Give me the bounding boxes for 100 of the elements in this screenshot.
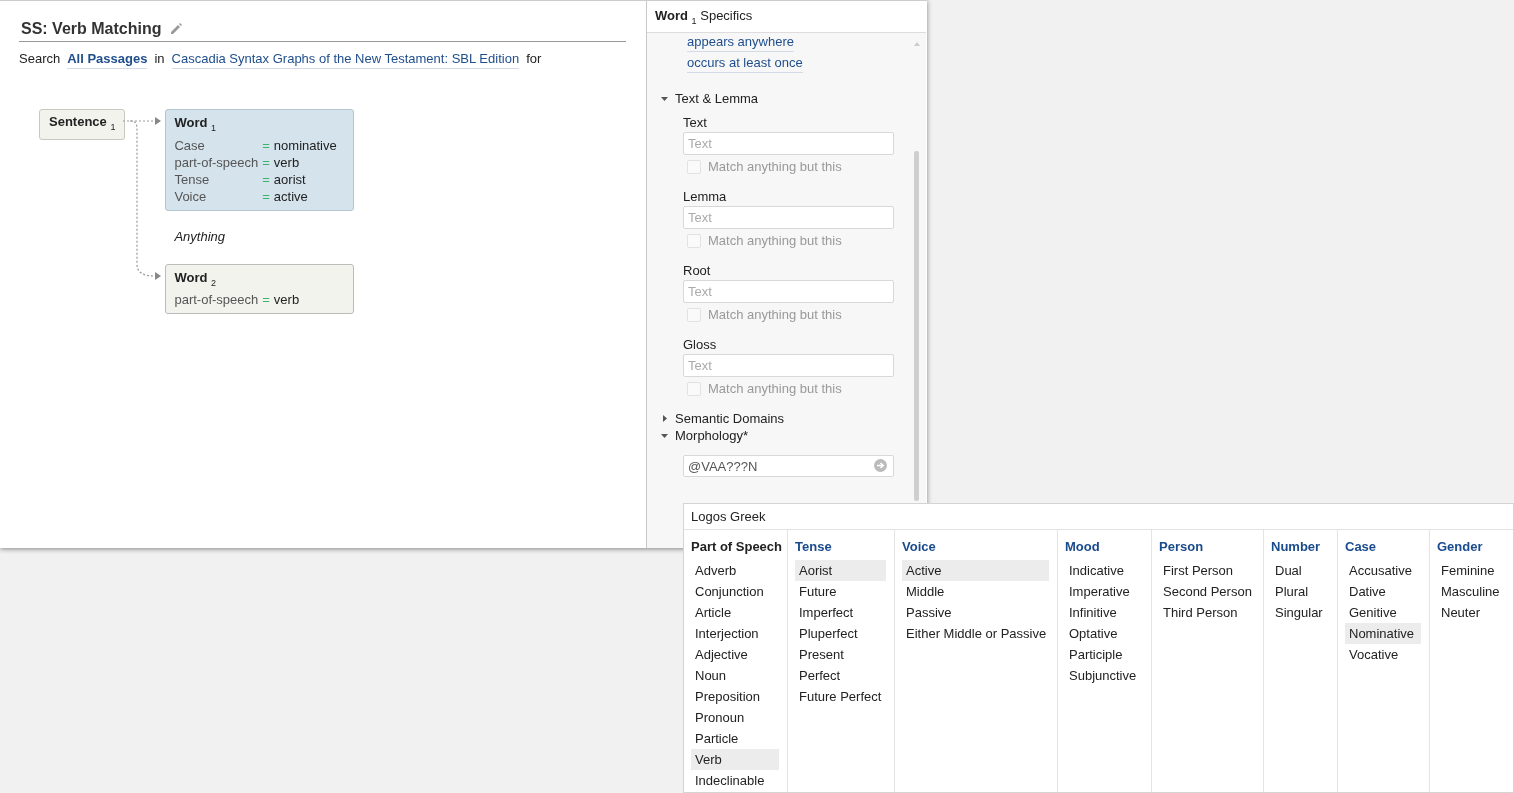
attribute-value: nominative: [273, 136, 338, 154]
field-label: Lemma: [683, 188, 728, 206]
option-item[interactable]: Pluperfect: [795, 623, 886, 644]
option-item[interactable]: Perfect: [795, 665, 886, 686]
resource-link[interactable]: Cascadia Syntax Graphs of the New Testament: SBL Edition: [171, 50, 520, 69]
option-item[interactable]: Verb: [691, 749, 779, 770]
checkbox[interactable]: [687, 159, 701, 174]
panel-title: Word $_{1}$ Specifics: [647, 1, 926, 33]
column-heading: Voice: [901, 538, 937, 555]
search-label: Search: [19, 50, 61, 68]
attribute-name: part-of-speech: [174, 291, 259, 309]
option-item[interactable]: Active: [902, 560, 1049, 581]
text-field[interactable]: Text: [683, 280, 894, 303]
text-field[interactable]: Text: [683, 132, 894, 155]
option-item[interactable]: Indeclinable: [691, 770, 779, 791]
option-item[interactable]: Indicative: [1065, 560, 1143, 581]
column-heading: Person: [1158, 538, 1205, 555]
option-item[interactable]: Plural: [1271, 581, 1329, 602]
option-item[interactable]: Singular: [1271, 602, 1329, 623]
option-item[interactable]: Genitive: [1345, 602, 1421, 623]
attribute-name: Tense: [174, 170, 211, 188]
option-item[interactable]: Adjective: [691, 644, 779, 665]
option-item[interactable]: Present: [795, 644, 886, 665]
attribute-value: active: [273, 187, 309, 205]
option-item[interactable]: Dative: [1345, 581, 1421, 602]
checkbox-label: Match anything but this: [708, 380, 842, 398]
window-title: SS: Verb Matching: [20, 18, 162, 39]
option-item[interactable]: First Person: [1159, 560, 1255, 581]
caret-right-icon: [662, 415, 667, 422]
option-item[interactable]: Masculine: [1437, 581, 1505, 602]
column-heading: Mood: [1064, 538, 1101, 555]
column-heading: Case: [1344, 538, 1378, 555]
attribute-name: Case: [174, 136, 206, 154]
caret-down-icon: [661, 96, 668, 101]
option-item[interactable]: Noun: [691, 665, 779, 686]
option-item[interactable]: Adverb: [691, 560, 779, 581]
range-link[interactable]: All Passages: [67, 50, 148, 69]
option-item[interactable]: Passive: [902, 602, 1049, 623]
option-item[interactable]: Future Perfect: [795, 686, 886, 707]
checkbox[interactable]: [687, 233, 701, 248]
option-item[interactable]: Article: [691, 602, 779, 623]
option-item[interactable]: Subjunctive: [1065, 665, 1143, 686]
option-item[interactable]: Infinitive: [1065, 602, 1143, 623]
option-item[interactable]: Aorist: [795, 560, 886, 581]
gap-label: Anything: [174, 227, 227, 245]
equals-sign: =: [262, 153, 270, 171]
scrollbar-thumb[interactable]: [914, 151, 919, 501]
option-item[interactable]: Particle: [691, 728, 779, 749]
word-node[interactable]: Word $_{1}$ Case = nominative part-of-speech = verb Tense = aorist Voice = active: [165, 109, 355, 211]
option-item[interactable]: Third Person: [1159, 602, 1255, 623]
equals-sign: =: [262, 170, 270, 188]
equals-sign: =: [262, 136, 270, 154]
option-item[interactable]: Imperfect: [795, 602, 886, 623]
equals-sign: =: [262, 187, 270, 205]
morphology-field[interactable]: @VAA???N: [683, 455, 894, 477]
option-item[interactable]: Feminine: [1437, 560, 1505, 581]
sentence-node[interactable]: Sentence $_{1}$: [39, 109, 126, 140]
popup-title: Logos Greek: [684, 504, 1513, 530]
option-item[interactable]: Dual: [1271, 560, 1329, 581]
checkbox[interactable]: [687, 307, 701, 322]
section-toggle[interactable]: Morphology*: [647, 427, 926, 444]
in-label: in: [154, 50, 165, 68]
attribute-name: part-of-speech: [174, 153, 259, 171]
attribute-name: Voice: [174, 187, 208, 205]
option-item[interactable]: Imperative: [1065, 581, 1143, 602]
for-label: for: [526, 50, 542, 68]
word-node[interactable]: Word $_{2}$ part-of-speech = verb: [165, 263, 355, 315]
checkbox-label: Match anything but this: [708, 232, 842, 250]
arrow-circle-icon[interactable]: [874, 459, 887, 472]
option-item[interactable]: Pronoun: [691, 707, 779, 728]
option-item[interactable]: Neuter: [1437, 602, 1505, 623]
equals-sign: =: [262, 291, 270, 309]
option-item[interactable]: Accusative: [1345, 560, 1421, 581]
option-item[interactable]: Second Person: [1159, 581, 1255, 602]
option-link[interactable]: appears anywhere: [687, 32, 794, 52]
section-toggle[interactable]: Text & Lemma: [647, 90, 926, 107]
field-label: Root: [683, 262, 712, 280]
option-item[interactable]: Conjunction: [691, 581, 779, 602]
column-heading: Tense: [794, 538, 833, 555]
option-item[interactable]: Vocative: [1345, 644, 1421, 665]
option-item[interactable]: Preposition: [691, 686, 779, 707]
checkbox[interactable]: [687, 381, 701, 396]
option-item[interactable]: Either Middle or Passive: [902, 623, 1049, 644]
field-label: Gloss: [683, 336, 718, 354]
text-field[interactable]: Text: [683, 354, 894, 377]
option-item[interactable]: Nominative: [1345, 623, 1421, 644]
option-item[interactable]: Participle: [1065, 644, 1143, 665]
option-item[interactable]: Interjection: [691, 623, 779, 644]
pencil-icon[interactable]: [169, 22, 184, 35]
scroll-up-icon[interactable]: [914, 42, 920, 46]
column-heading: Number: [1270, 538, 1322, 555]
caret-down-icon: [661, 433, 668, 438]
option-item[interactable]: Optative: [1065, 623, 1143, 644]
option-link[interactable]: occurs at least once: [687, 53, 803, 73]
option-item[interactable]: Future: [795, 581, 886, 602]
field-label: Text: [683, 114, 708, 132]
option-item[interactable]: Middle: [902, 581, 1049, 602]
attribute-value: verb: [273, 291, 301, 309]
text-field[interactable]: Text: [683, 206, 894, 229]
section-toggle[interactable]: Semantic Domains: [647, 410, 926, 427]
